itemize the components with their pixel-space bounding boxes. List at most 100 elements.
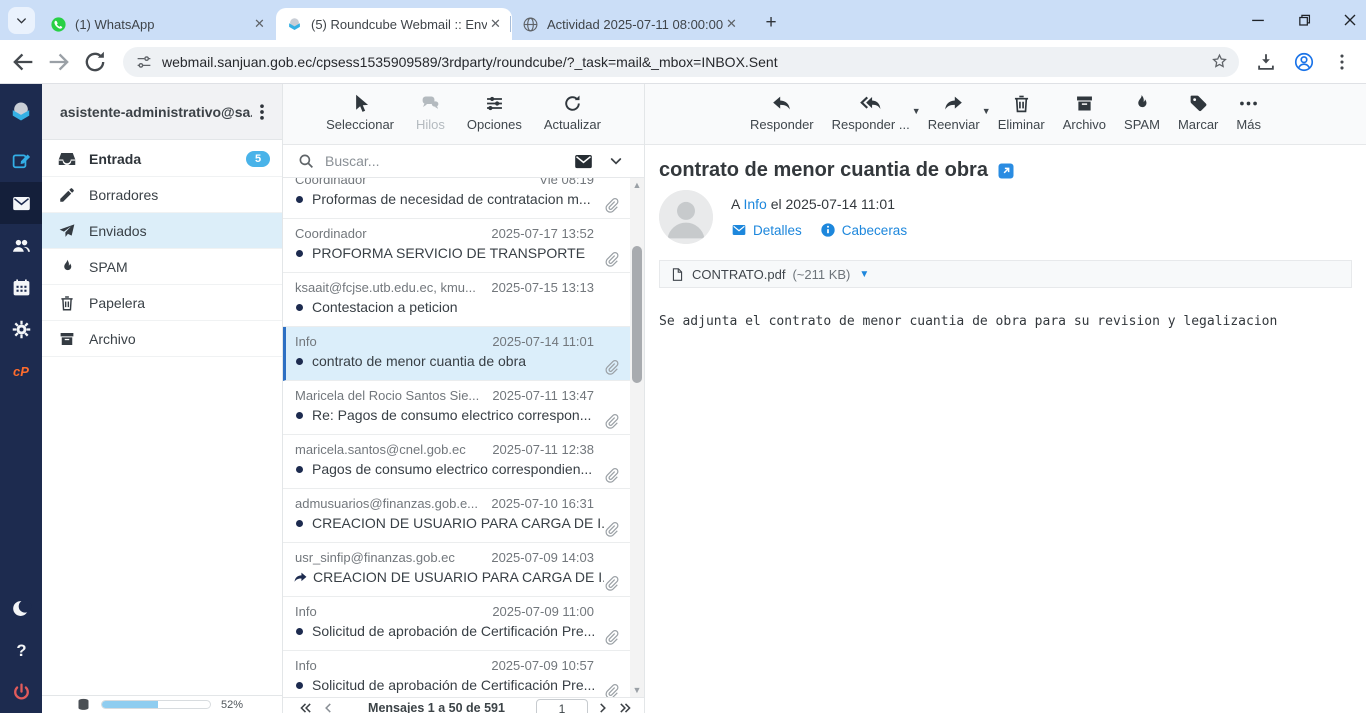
message-sender: maricela.santos@cnel.gob.ec [295,442,466,457]
message-row[interactable]: Info2025-07-14 11:01contrato de menor cu… [283,327,644,381]
rail-item-compose[interactable] [0,140,42,182]
next-page-icon[interactable] [594,701,611,713]
folder-item-papelera[interactable]: Papelera [42,285,282,321]
message-row[interactable]: Coordinador2025-07-17 13:52PROFORMA SERV… [283,219,644,273]
minimize-button[interactable] [1248,10,1268,30]
open-in-new-window-icon[interactable] [997,162,1015,180]
message-row[interactable]: Info2025-07-09 10:57Solicitud de aprobac… [283,651,644,697]
dropdown-caret-icon[interactable]: ▼ [982,106,991,116]
scroll-up-icon[interactable]: ▲ [630,178,644,192]
mail-toolbar-reenviar[interactable]: Reenviar▼ [928,93,980,132]
list-toolbar-actualizar[interactable]: Actualizar [544,93,601,132]
profile-icon[interactable] [1293,51,1315,73]
url-text[interactable]: webmail.sanjuan.gob.ec/cpsess1535909589/… [162,54,1210,70]
disk-icon [76,697,91,712]
mail-toolbar-responder[interactable]: Responder ...▼ [832,93,910,132]
folder-item-enviados[interactable]: Enviados [42,213,282,249]
toolbar-label: Opciones [467,117,522,132]
mail-toolbar-más[interactable]: Más [1236,93,1261,132]
message-row[interactable]: admusuarios@finanzas.gob.e...2025-07-10 … [283,489,644,543]
tab-search-button[interactable] [8,7,35,34]
browser-menu-icon[interactable] [1331,51,1353,73]
rail-item-settings[interactable] [0,308,42,350]
first-page-icon[interactable] [297,701,314,713]
quota-bar [101,700,211,709]
mail-toolbar-responder[interactable]: Responder [750,93,814,132]
attachment-bar[interactable]: CONTRATO.pdf (~211 KB) ▼ [659,260,1352,288]
browser-tab-2[interactable]: Actividad 2025-07-11 08:00:00✕ [512,8,748,40]
attachment-menu-icon[interactable]: ▼ [859,269,869,280]
tab-close-icon[interactable]: ✕ [487,16,504,33]
folder-item-borradores[interactable]: Borradores [42,177,282,213]
tab-close-icon[interactable]: ✕ [251,16,268,33]
toolbar-label: Marcar [1178,117,1218,132]
paperclip-icon [603,683,620,697]
mail-toolbar-eliminar[interactable]: Eliminar [998,93,1045,132]
url-bar[interactable]: webmail.sanjuan.gob.ec/cpsess1535909589/… [123,47,1239,77]
rail-item-mail[interactable] [0,182,42,224]
message-row[interactable]: Info2025-07-09 11:00Solicitud de aprobac… [283,597,644,651]
folder-item-archivo[interactable]: Archivo [42,321,282,357]
rail-item-calendar[interactable] [0,266,42,308]
message-sender: Info [295,334,317,349]
compose-icon [11,151,32,172]
close-window-button[interactable] [1340,10,1360,30]
back-button[interactable] [9,48,37,76]
scrollbar-thumb[interactable] [632,246,642,383]
mail-toolbar-spam[interactable]: SPAM [1124,93,1160,132]
rail-item-roundcube-logo[interactable] [0,84,42,140]
browser-tab-1[interactable]: (5) Roundcube Webmail :: Envia✕ [276,8,512,40]
list-toolbar-opciones[interactable]: Opciones [467,93,522,132]
mail-toolbar-marcar[interactable]: Marcar [1178,93,1218,132]
downloads-icon[interactable] [1255,51,1277,73]
browser-tab-0[interactable]: (1) WhatsApp✕ [40,8,276,40]
search-input[interactable] [325,153,573,169]
message-row[interactable]: Maricela del Rocio Santos Sie...2025-07-… [283,381,644,435]
previous-page-icon[interactable] [320,701,337,713]
headers-button[interactable]: Cabeceras [820,222,907,238]
new-tab-button[interactable]: + [758,10,784,36]
page-number-input[interactable] [536,699,588,713]
rail-item-contacts[interactable] [0,224,42,266]
search-options-chevron-icon[interactable] [608,153,624,169]
list-scrollbar[interactable]: ▲ ▼ [630,178,644,697]
message-row[interactable]: usr_sinfip@finanzas.gob.ec2025-07-09 14:… [283,543,644,597]
message-list-column: Seleccionar Hilos Opciones Actualizar Coord… [283,84,645,713]
roundcube-logo-icon [8,99,34,125]
dropdown-caret-icon[interactable]: ▼ [912,106,921,116]
forward-button[interactable] [45,48,73,76]
folder-item-entrada[interactable]: Entrada5 [42,141,282,177]
pencil-icon [58,186,76,204]
bookmark-star-icon[interactable] [1210,52,1229,71]
site-info-icon[interactable] [135,53,153,71]
folder-label: Archivo [89,331,270,347]
paperclip-icon [603,197,620,214]
send-icon [58,222,76,240]
message-row[interactable]: maricela.santos@cnel.gob.ec2025-07-11 12… [283,435,644,489]
rail-item-power[interactable] [0,671,42,713]
message-row[interactable]: CoordinadorVie 08:19Proformas de necesid… [283,178,644,219]
mail-toolbar-archivo[interactable]: Archivo [1063,93,1106,132]
reload-button[interactable] [81,48,109,76]
message-sender: admusuarios@finanzas.gob.e... [295,496,478,511]
account-menu-icon[interactable] [252,102,272,122]
message-date: Vie 08:19 [539,178,594,187]
rail-item-moon[interactable] [0,587,42,629]
search-scope-mail-icon[interactable] [573,151,594,172]
list-toolbar-hilos[interactable]: Hilos [416,93,445,132]
unread-dot [296,196,303,203]
quota-percent: 52% [221,699,243,711]
restore-button[interactable] [1294,10,1314,30]
last-page-icon[interactable] [617,701,634,713]
details-button[interactable]: Detalles [731,222,802,238]
attachment-name[interactable]: CONTRATO.pdf [692,267,785,282]
toolbar-label: Responder [750,117,814,132]
rail-item-help[interactable]: ? [0,629,42,671]
message-row[interactable]: ksaait@fcjse.utb.edu.ec, kmu...2025-07-1… [283,273,644,327]
tab-close-icon[interactable]: ✕ [723,16,740,33]
scroll-down-icon[interactable]: ▼ [630,683,644,697]
folder-item-spam[interactable]: SPAM [42,249,282,285]
list-toolbar-seleccionar[interactable]: Seleccionar [326,93,394,132]
recipient-link[interactable]: Info [743,196,766,212]
rail-item-cpanel[interactable]: cP [0,350,42,392]
